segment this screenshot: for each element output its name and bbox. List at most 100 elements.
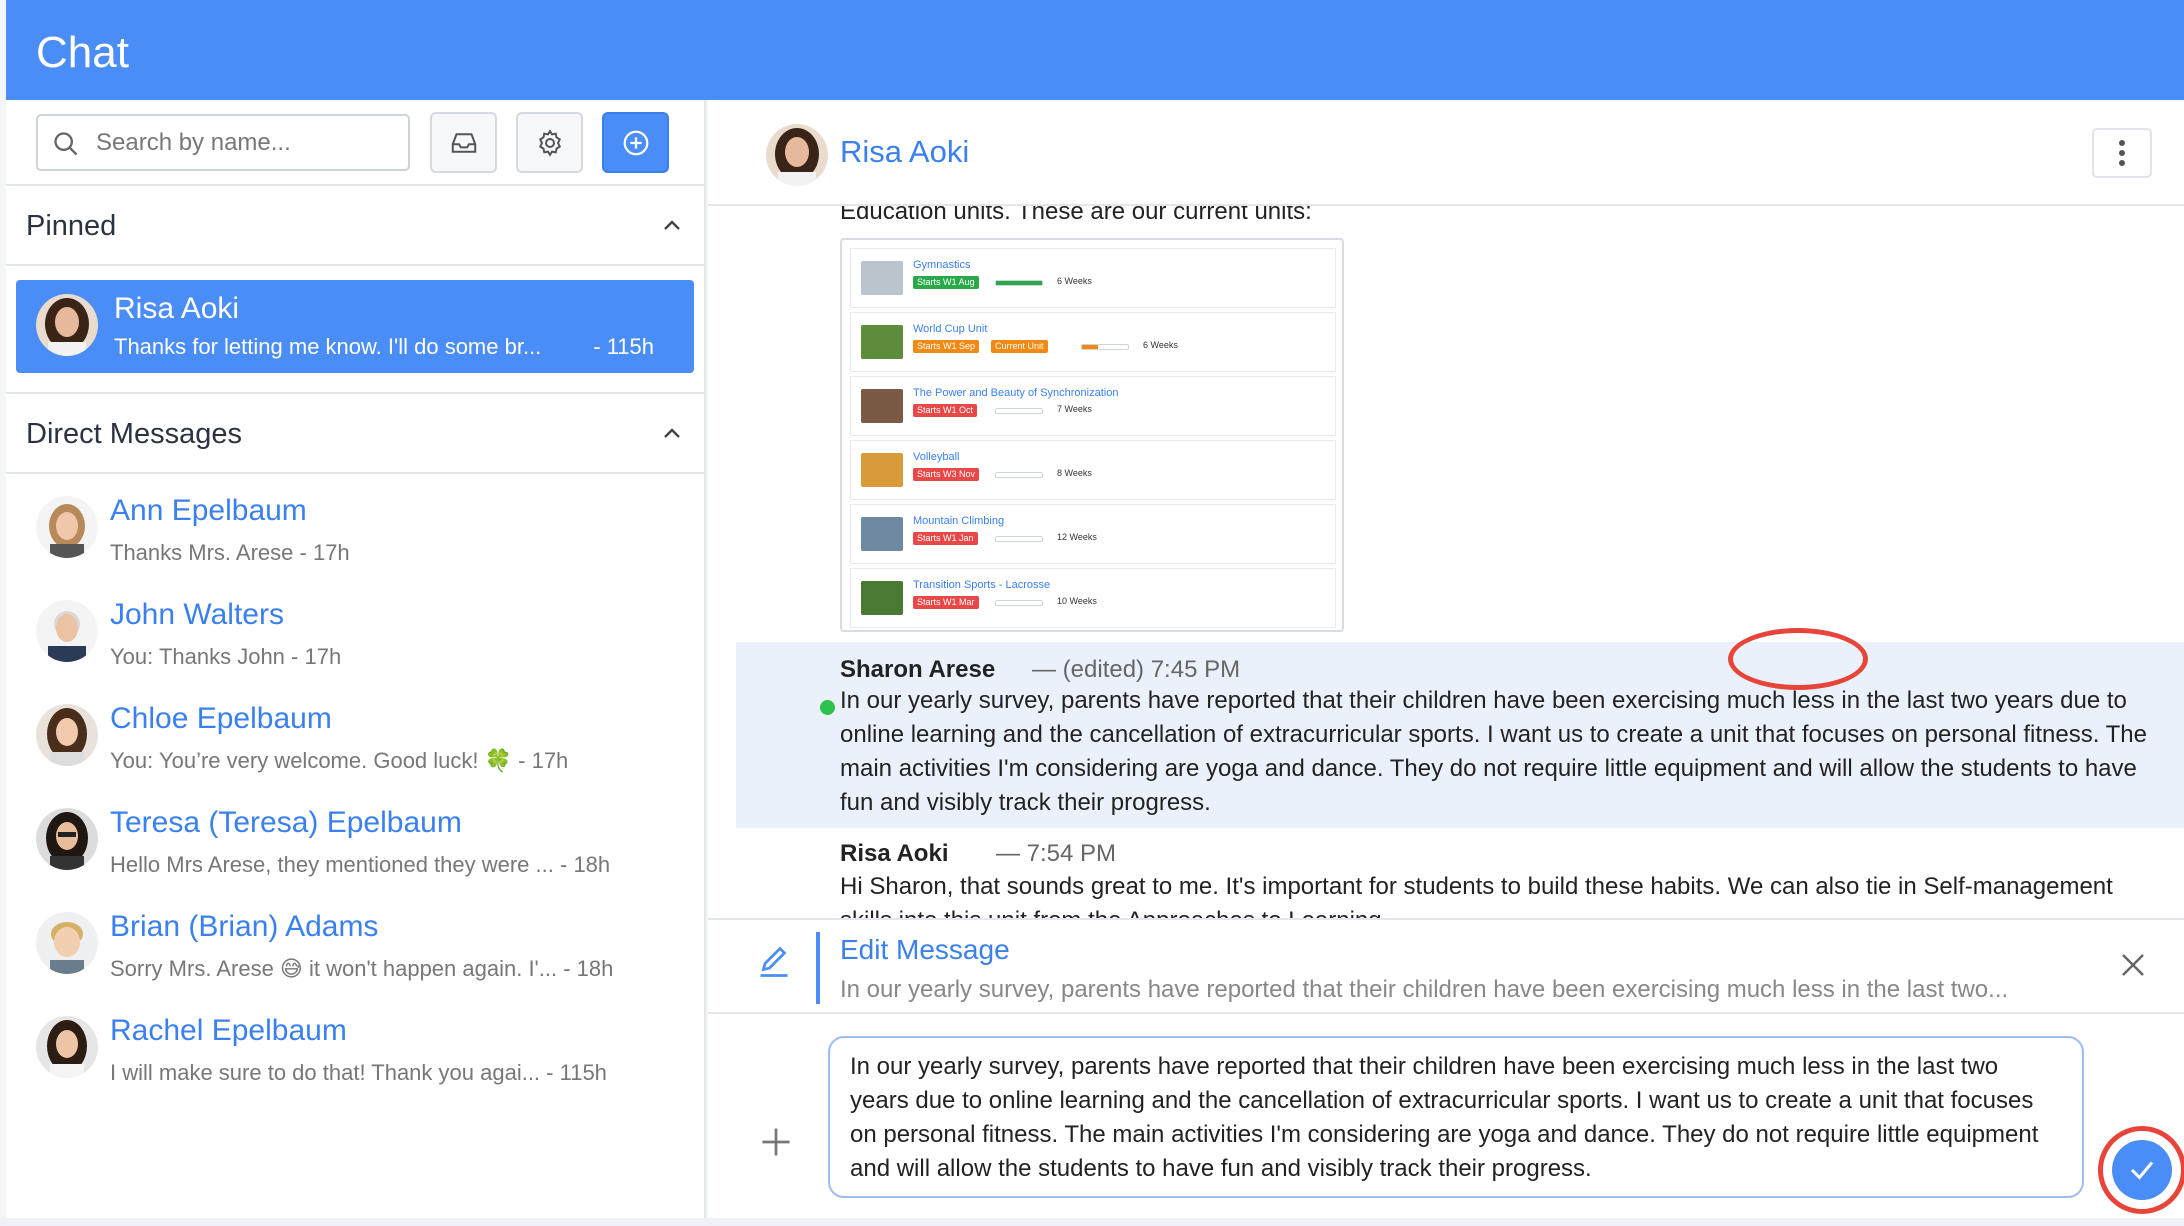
unit-title: Mountain Climbing <box>913 515 1005 527</box>
avatar <box>36 294 98 356</box>
search-icon <box>54 132 78 156</box>
unit-thumbnail <box>861 453 903 487</box>
edit-divider <box>816 932 820 1004</box>
unit-progress-bar <box>1081 344 1129 350</box>
plus-icon[interactable] <box>758 1124 794 1160</box>
message-author: Risa Aoki <box>840 840 949 867</box>
avatar <box>36 496 98 558</box>
unit-duration: 12 Weeks <box>1057 532 1097 542</box>
gear-icon <box>538 128 561 157</box>
attached-image[interactable]: Gymnastics Starts W1 Aug 6 Weeks World Cup … <box>840 238 1344 632</box>
dm-preview: You: Thanks John - 17h <box>110 644 342 669</box>
conversation-name: Risa Aoki <box>114 292 240 325</box>
bottom-strip <box>0 1218 2184 1226</box>
more-vertical-icon <box>2119 140 2125 166</box>
dm-name: Brian (Brian) Adams <box>110 910 379 943</box>
dm-preview: Thanks Mrs. Arese - 17h <box>110 540 350 565</box>
message-author: Sharon Arese <box>840 656 996 683</box>
avatar <box>36 912 98 974</box>
dm-item-rachel-epelbaum[interactable]: Rachel Epelbaum I will make sure to do t… <box>6 998 704 1102</box>
plus-circle-icon <box>623 130 648 155</box>
chat-panel: Risa Aoki Education units. These are our… <box>708 100 2184 1218</box>
direct-messages-title: Direct Messages <box>26 418 242 450</box>
settings-button[interactable] <box>516 112 583 173</box>
pencil-icon <box>760 946 788 977</box>
dm-preview: Sorry Mrs. Arese 😅 it won't happen again… <box>110 956 614 981</box>
message-list[interactable]: Education units. These are our current u… <box>736 206 2184 920</box>
online-indicator <box>820 700 835 715</box>
pinned-conversation[interactable]: Risa Aoki Thanks for letting me know. I'… <box>16 280 694 373</box>
more-options-button[interactable] <box>2092 128 2152 178</box>
dm-preview: You: You’re very welcome. Good luck! 🍀 -… <box>110 748 569 773</box>
unit-title: Volleyball <box>913 451 960 463</box>
close-icon[interactable] <box>2118 950 2148 980</box>
message-body: Hi Sharon, that sounds great to me. It's… <box>840 873 2113 920</box>
chevron-up-icon[interactable] <box>660 214 684 238</box>
edit-message-panel: Edit Message In our yearly survey, paren… <box>708 918 2184 1014</box>
message-meta: — 7:54 PM <box>996 840 1117 867</box>
contact-name[interactable]: Risa Aoki <box>840 134 969 170</box>
chat-header: Risa Aoki <box>708 100 2184 206</box>
unit-progress-bar <box>995 408 1043 414</box>
message-meta: — (edited) 7:45 PM <box>1032 656 1241 683</box>
unit-duration: 10 Weeks <box>1057 596 1097 606</box>
message-composer: In our yearly survey, parents have repor… <box>708 1014 2184 1218</box>
unit-thumbnail <box>861 325 903 359</box>
sidebar: Pinned Risa Aoki Thanks for letting me k… <box>6 100 706 1218</box>
avatar <box>36 704 98 766</box>
unit-thumbnail <box>861 261 903 295</box>
avatar <box>36 600 98 662</box>
unit-title: Gymnastics <box>913 259 971 271</box>
new-chat-button[interactable] <box>602 112 669 173</box>
direct-messages-section-header[interactable]: Direct Messages <box>6 392 704 474</box>
unit-duration: 6 Weeks <box>1057 276 1092 286</box>
unit-start-tag: Starts W1 Aug <box>913 276 979 289</box>
annotation-circle-edited <box>1728 628 1868 690</box>
unit-title: The Power and Beauty of Synchronization <box>913 387 1119 399</box>
dm-name: John Walters <box>110 598 284 631</box>
dm-item-john-walters[interactable]: John Walters You: Thanks John - 17h <box>6 582 704 686</box>
conversation-time: - 115h <box>593 334 654 359</box>
chat-app: Chat Pinned Risa Aoki Thanks for letting… <box>0 0 2184 1226</box>
avatar <box>36 1016 98 1078</box>
unit-progress-bar <box>995 280 1043 286</box>
search-input[interactable] <box>96 126 396 160</box>
inbox-icon <box>451 132 476 153</box>
unit-title: Transition Sports - Lacrosse <box>913 579 1051 591</box>
chevron-up-icon[interactable] <box>660 422 684 446</box>
dm-item-ann-epelbaum[interactable]: Ann Epelbaum Thanks Mrs. Arese - 17h <box>6 478 704 582</box>
unit-duration: 8 Weeks <box>1057 468 1092 478</box>
dm-name: Rachel Epelbaum <box>110 1014 347 1047</box>
app-title: Chat <box>36 28 129 77</box>
unit-thumbnail <box>861 517 903 551</box>
search-box[interactable] <box>36 114 410 171</box>
edit-message-preview: In our yearly survey, parents have repor… <box>840 976 2009 1003</box>
unit-row: Transition Sports - Lacrosse Starts W1 Ma… <box>850 568 1336 628</box>
dm-preview: Hello Mrs Arese, they mentioned they wer… <box>110 852 611 877</box>
unit-start-tag: Starts W1 Mar <box>913 596 979 609</box>
pinned-section-title: Pinned <box>26 210 117 242</box>
annotation-circle-save <box>2098 1126 2184 1214</box>
avatar <box>766 124 828 186</box>
unit-start-tag: Starts W1 Jan <box>913 532 978 545</box>
unit-row: Mountain Climbing Starts W1 Jan 12 Weeks <box>850 504 1336 564</box>
unit-duration: 7 Weeks <box>1057 404 1092 414</box>
app-header: Chat <box>6 0 2184 100</box>
dm-item-chloe-epelbaum[interactable]: Chloe Epelbaum You: You’re very welcome.… <box>6 686 704 790</box>
unit-row: World Cup Unit Starts W1 Sep Current Unit 6… <box>850 312 1336 372</box>
pinned-section-header[interactable]: Pinned <box>6 184 704 266</box>
message-text-partial: Education units. These are our current u… <box>840 206 1312 225</box>
unit-thumbnail <box>861 389 903 423</box>
unit-progress-bar <box>995 600 1043 606</box>
unit-start-tag: Starts W1 Oct <box>913 404 978 417</box>
dm-item-brian-adams[interactable]: Brian (Brian) Adams Sorry Mrs. Arese 😅 i… <box>6 894 704 998</box>
inbox-button[interactable] <box>430 112 497 173</box>
unit-progress-bar <box>995 536 1043 542</box>
dm-item-teresa-epelbaum[interactable]: Teresa (Teresa) Epelbaum Hello Mrs Arese… <box>6 790 704 894</box>
dm-name: Teresa (Teresa) Epelbaum <box>110 806 462 839</box>
message-item-highlighted[interactable]: Sharon Arese — (edited) 7:45 PM In our y… <box>736 642 2184 828</box>
dm-name: Ann Epelbaum <box>110 494 307 527</box>
message-input[interactable]: In our yearly survey, parents have repor… <box>828 1036 2084 1198</box>
unit-progress-bar <box>995 472 1043 478</box>
unit-start-tag: Starts W1 Sep <box>913 340 980 353</box>
